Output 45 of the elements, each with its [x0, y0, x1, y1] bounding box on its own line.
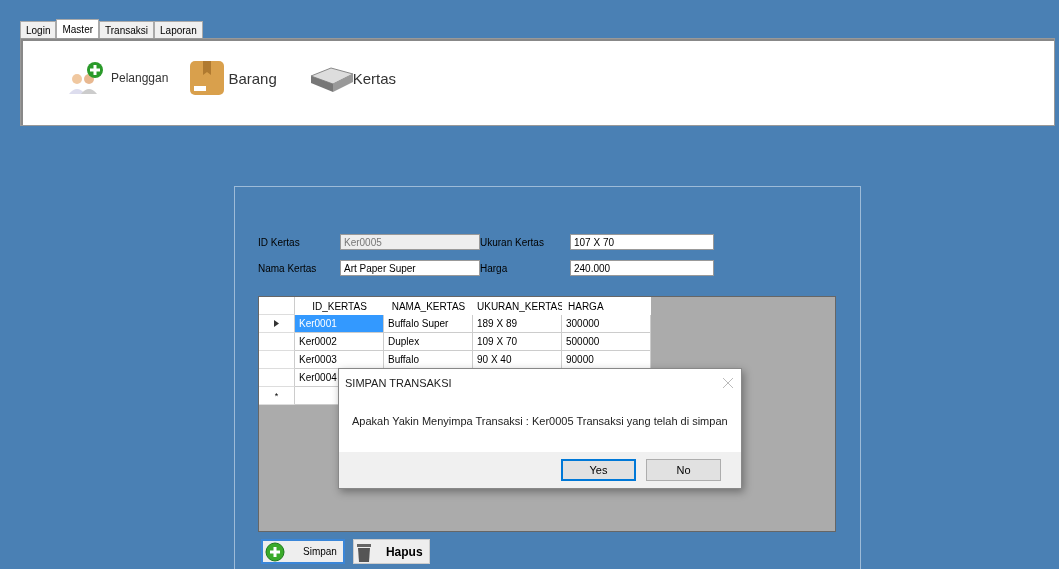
input-field[interactable]: Art Paper Super: [340, 260, 480, 276]
field-label: Harga: [480, 262, 509, 274]
tab[interactable]: Login: [20, 21, 57, 38]
table-cell: 300000: [562, 315, 651, 333]
box-icon[interactable]: [190, 61, 225, 95]
table-cell: Ker0002: [295, 333, 384, 351]
action-button[interactable]: Hapus: [352, 539, 430, 564]
table-cell: 500000: [562, 333, 651, 351]
tray-icon[interactable]: [310, 64, 353, 92]
table-cell: Ker0003: [295, 351, 384, 369]
column-header[interactable]: HARGA: [562, 297, 651, 315]
grid-corner: [259, 297, 295, 315]
table-cell: Buffalo Super: [384, 315, 473, 333]
table-cell: 189 X 89: [473, 315, 562, 333]
tab[interactable]: Transaksi: [99, 21, 154, 38]
trash-icon: [355, 541, 372, 562]
table-cell: 109 X 70: [473, 333, 562, 351]
row-header[interactable]: [259, 315, 295, 333]
field-label: Nama Kertas: [258, 262, 318, 274]
plus-icon: [265, 541, 285, 562]
row-header[interactable]: *: [259, 387, 295, 405]
input-field[interactable]: 240.000: [570, 260, 714, 276]
input-field[interactable]: 107 X 70: [570, 234, 714, 250]
dialog-message: Apakah Yakin Menyimpa Transaksi : Ker0005 Transaksi yang telah di simpan: [352, 415, 728, 427]
column-header[interactable]: ID_KERTAS: [295, 297, 384, 315]
column-header[interactable]: UKURAN_KERTAS: [473, 297, 562, 315]
ribbon-label[interactable]: Kertas: [352, 69, 397, 87]
tab[interactable]: Laporan: [154, 21, 203, 38]
close-icon[interactable]: [723, 378, 733, 388]
row-pointer-icon: [274, 320, 279, 327]
ribbon-label[interactable]: Barang: [228, 69, 277, 87]
dialog-button[interactable]: No: [646, 459, 721, 481]
field-label: ID Kertas: [258, 236, 301, 248]
table-cell: Duplex: [384, 333, 473, 351]
column-header[interactable]: NAMA_KERTAS: [384, 297, 473, 315]
table-cell: Buffalo: [384, 351, 473, 369]
table-cell: 90000: [562, 351, 651, 369]
action-button[interactable]: Simpan: [261, 539, 345, 564]
dialog-button[interactable]: Yes: [561, 459, 636, 481]
new-row-marker: *: [274, 390, 279, 401]
table-cell: 90 X 40: [473, 351, 562, 369]
field-label: Ukuran Kertas: [480, 236, 545, 248]
ribbon-label[interactable]: Pelanggan: [111, 71, 169, 85]
tab[interactable]: Master: [56, 19, 100, 38]
table-cell: Ker0001: [295, 315, 384, 333]
